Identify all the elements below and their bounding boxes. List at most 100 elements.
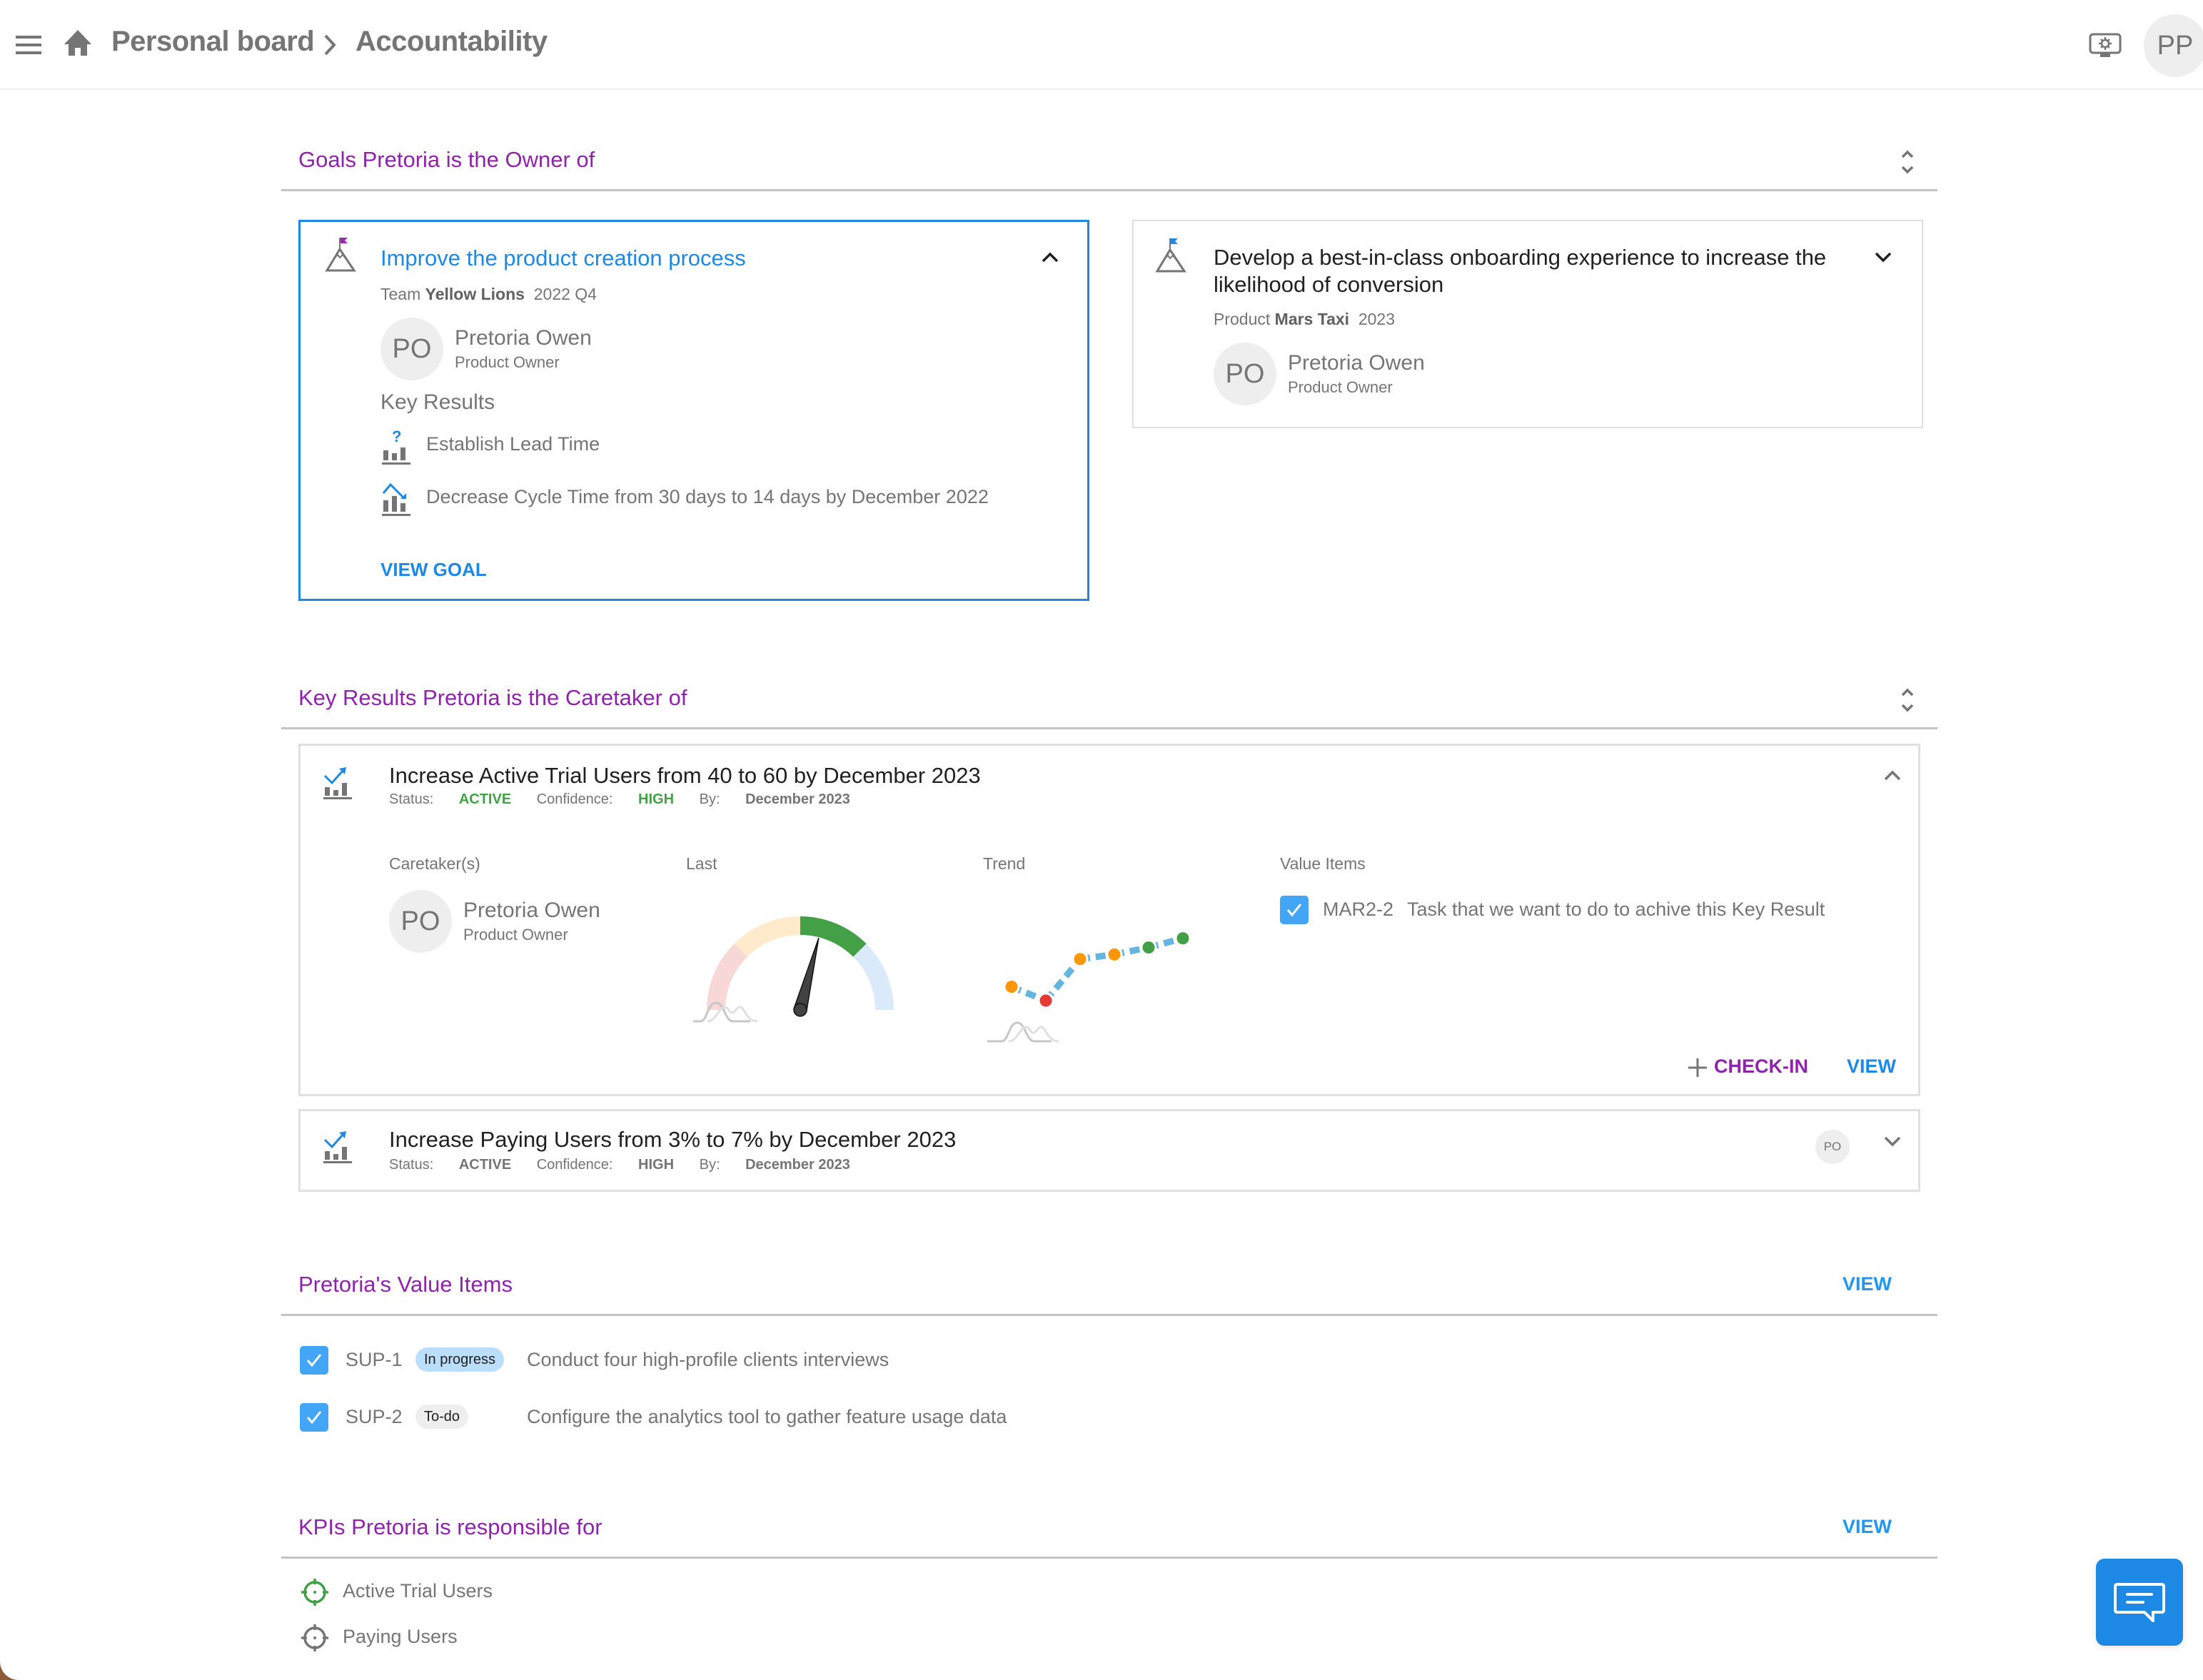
goal-scope-name: Mars Taxi bbox=[1274, 310, 1350, 328]
kr-unknown-icon: ? bbox=[382, 429, 410, 465]
trend-point bbox=[1072, 951, 1089, 968]
kpi-name[interactable]: Active Trial Users bbox=[343, 1580, 493, 1602]
caretaker-role: Product Owner bbox=[463, 926, 568, 943]
chevron-right-icon bbox=[324, 34, 336, 56]
trend-point bbox=[1140, 939, 1157, 956]
goal-meta: Product Mars Taxi 2023 bbox=[1214, 310, 1395, 329]
view-value-items-button[interactable]: VIEW bbox=[1842, 1273, 1892, 1295]
value-item-text: Task that we want to do to achive this K… bbox=[1407, 899, 1825, 920]
by-label: By: bbox=[699, 791, 720, 807]
value-item-checkbox[interactable] bbox=[300, 1403, 328, 1432]
goal-card[interactable]: Improve the product creation process Tea… bbox=[298, 220, 1089, 601]
gauge-zone bbox=[800, 916, 867, 958]
value-item-text: Conduct four high-profile clients interv… bbox=[527, 1349, 889, 1370]
kpi-name[interactable]: Paying Users bbox=[343, 1626, 458, 1648]
kpi-target-icon bbox=[301, 1579, 328, 1606]
gauge-zone bbox=[852, 943, 894, 1011]
expand-collapse-icon[interactable] bbox=[1899, 685, 1916, 715]
confidence-label: Confidence: bbox=[536, 791, 613, 807]
last-label: Last bbox=[686, 854, 717, 873]
kpi-section-title: KPIs Pretoria is responsible for bbox=[298, 1514, 603, 1539]
value-item-key[interactable]: MAR2-2 bbox=[1323, 899, 1393, 921]
hamburger-menu-icon[interactable] bbox=[14, 34, 43, 56]
top-bar: Personal board Accountability PP bbox=[0, 0, 2203, 90]
trend-point bbox=[1003, 978, 1020, 996]
confidence-value: HIGH bbox=[638, 1157, 675, 1173]
status-label: Status: bbox=[389, 791, 434, 807]
owner-role: Product Owner bbox=[455, 353, 560, 371]
caretakers-label: Caretaker(s) bbox=[389, 854, 480, 873]
value-item-key[interactable]: SUP-1 bbox=[346, 1349, 403, 1371]
chevron-down-icon[interactable] bbox=[1882, 1135, 1902, 1148]
goal-title[interactable]: Improve the product creation process bbox=[380, 245, 746, 272]
chat-icon bbox=[2114, 1583, 2165, 1622]
key-result-card[interactable]: Increase Active Trial Users from 40 to 6… bbox=[298, 744, 1920, 1096]
trend-point bbox=[1037, 992, 1054, 1009]
expand-collapse-icon[interactable] bbox=[1899, 147, 1916, 177]
chat-button[interactable] bbox=[2096, 1559, 2183, 1646]
owner-avatar: PO bbox=[380, 318, 443, 380]
distribution-icon bbox=[1008, 1026, 1059, 1043]
kr-section-header: Key Results Pretoria is the Caretaker of bbox=[281, 678, 1937, 729]
trend-label: Trend bbox=[983, 854, 1026, 873]
gauge-needle bbox=[793, 938, 820, 1013]
by-label: By: bbox=[699, 1157, 720, 1173]
goal-title[interactable]: Develop a best-in-class onboarding exper… bbox=[1214, 244, 1842, 298]
check-in-button[interactable]: CHECK-IN bbox=[1714, 1056, 1808, 1078]
value-item-checkbox[interactable] bbox=[1280, 896, 1309, 924]
svg-text:?: ? bbox=[392, 429, 401, 445]
chevron-down-icon[interactable] bbox=[1873, 251, 1893, 264]
user-avatar[interactable]: PP bbox=[2144, 14, 2203, 77]
view-goal-button[interactable]: VIEW GOAL bbox=[380, 559, 487, 581]
owner-role: Product Owner bbox=[1288, 378, 1393, 396]
value-item-checkbox[interactable] bbox=[300, 1346, 328, 1375]
key-result-title[interactable]: Increase Paying Users from 3% to 7% by D… bbox=[389, 1127, 956, 1153]
goal-mountain-flag-icon bbox=[325, 238, 356, 272]
gauge-zone bbox=[707, 943, 748, 1011]
last-value-gauge bbox=[693, 916, 894, 1023]
monitor-settings-icon[interactable] bbox=[2089, 33, 2122, 59]
key-result-title[interactable]: Increase Active Trial Users from 40 to 6… bbox=[389, 763, 981, 789]
value-items-label: Value Items bbox=[1280, 854, 1366, 873]
goal-scope-name: Yellow Lions bbox=[425, 285, 525, 303]
goal-card[interactable]: Develop a best-in-class onboarding exper… bbox=[1132, 220, 1923, 428]
value-item-text: Configure the analytics tool to gather f… bbox=[527, 1406, 1007, 1427]
status-value: ACTIVE bbox=[458, 791, 512, 807]
key-result-link[interactable]: Decrease Cycle Time from 30 days to 14 d… bbox=[426, 486, 989, 508]
caretaker-name: Pretoria Owen bbox=[463, 899, 600, 922]
chevron-up-icon[interactable] bbox=[1882, 769, 1902, 781]
key-result-link[interactable]: Establish Lead Time bbox=[426, 433, 600, 455]
goal-period: 2022 Q4 bbox=[533, 285, 597, 303]
key-result-card[interactable]: Increase Paying Users from 3% to 7% by D… bbox=[298, 1109, 1920, 1192]
trend-point bbox=[1174, 930, 1191, 947]
confidence-value: HIGH bbox=[638, 791, 675, 807]
kpi-target-icon bbox=[301, 1624, 328, 1651]
distribution-icon bbox=[693, 1001, 750, 1023]
goals-section-title: Goals Pretoria is the Owner of bbox=[298, 147, 595, 172]
goal-period: 2023 bbox=[1358, 310, 1396, 328]
trend-chart bbox=[987, 930, 1191, 1043]
key-result-meta: Status: ACTIVE Confidence: HIGH By: Dece… bbox=[389, 1157, 872, 1173]
kr-decrease-icon bbox=[382, 482, 410, 516]
caretaker-avatar: PO bbox=[389, 890, 452, 953]
status-label: Status: bbox=[389, 1157, 434, 1173]
gauge-needle-hub bbox=[793, 1003, 807, 1017]
value-items-section-title: Pretoria's Value Items bbox=[298, 1272, 513, 1297]
owner-name: Pretoria Owen bbox=[1288, 351, 1425, 375]
by-value: December 2023 bbox=[745, 1157, 850, 1173]
owner-avatar: PO bbox=[1214, 343, 1276, 405]
value-item-key[interactable]: SUP-2 bbox=[346, 1406, 403, 1428]
trend-point bbox=[1106, 946, 1123, 963]
status-badge: In progress bbox=[415, 1347, 505, 1372]
chevron-up-icon[interactable] bbox=[1040, 251, 1060, 263]
gauge-zone bbox=[734, 916, 801, 958]
home-icon[interactable] bbox=[63, 29, 93, 57]
breadcrumb-accountability: Accountability bbox=[356, 26, 548, 57]
view-kpis-button[interactable]: VIEW bbox=[1842, 1516, 1892, 1538]
kpi-section-header: KPIs Pretoria is responsible for VIEW bbox=[281, 1504, 1937, 1559]
breadcrumb-personal-board[interactable]: Personal board bbox=[111, 26, 315, 58]
view-key-result-button[interactable]: VIEW bbox=[1847, 1056, 1896, 1078]
kr-section-title: Key Results Pretoria is the Caretaker of bbox=[298, 685, 687, 710]
plus-icon bbox=[1688, 1058, 1707, 1077]
kr-increase-icon bbox=[323, 767, 352, 799]
